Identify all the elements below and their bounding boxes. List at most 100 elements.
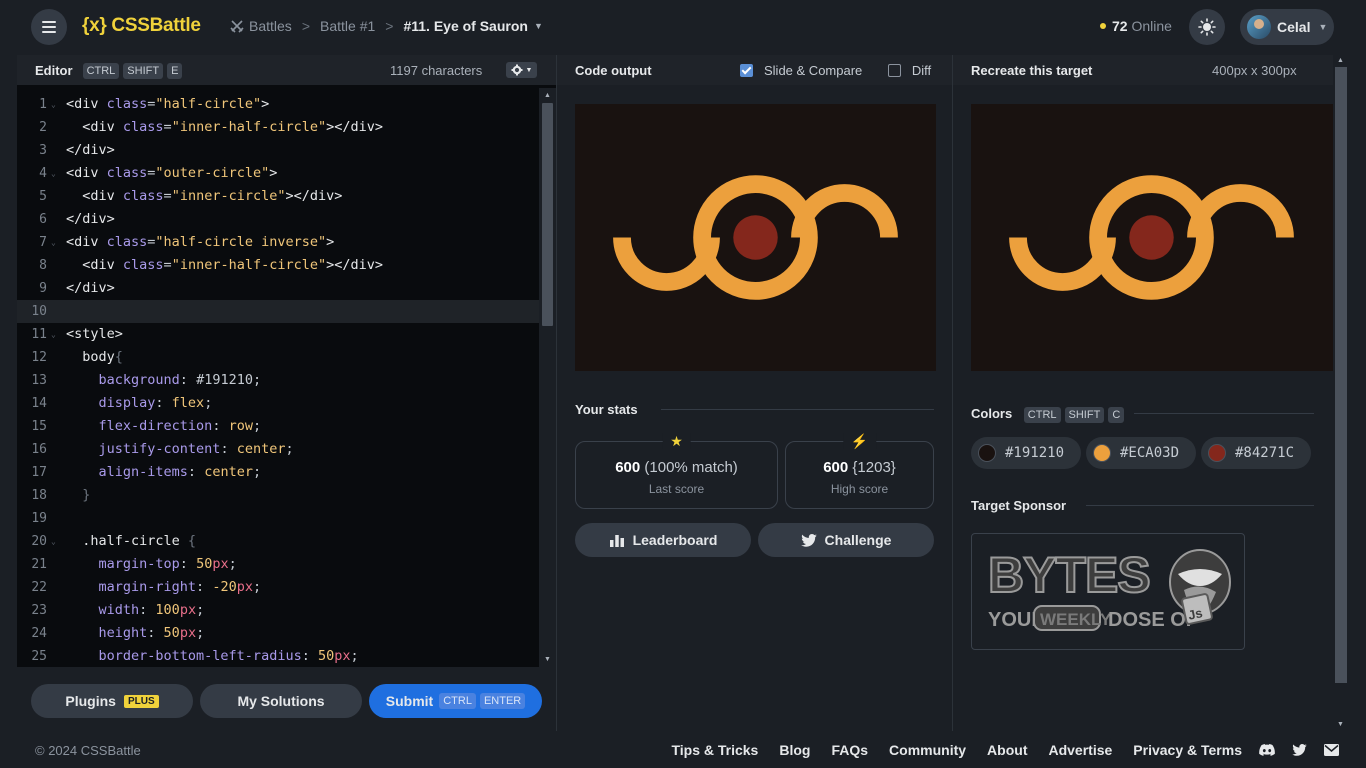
gear-icon: [511, 64, 523, 76]
high-score-label: High score: [830, 482, 889, 496]
submit-button[interactable]: Submit CTRL ENTER: [369, 684, 542, 718]
high-score: 600: [823, 459, 849, 476]
last-score-label: Last score: [648, 482, 705, 496]
code-line: 20 ⌄ .half-circle {: [31, 533, 197, 549]
last-score: 600: [615, 459, 641, 476]
scrollbar-thumb[interactable]: [1335, 67, 1347, 683]
diff-label[interactable]: Diff: [912, 63, 931, 78]
color-dot: [978, 444, 996, 462]
footer-link-about[interactable]: About: [987, 742, 1027, 758]
code-line: 7 ⌄ <div class="half-circle inverse">: [39, 234, 335, 250]
color-dot: [1208, 444, 1226, 462]
sun-icon: [1198, 18, 1216, 36]
logo[interactable]: {x} CSSBattle: [82, 15, 201, 37]
code-line: 9 </div>: [39, 280, 115, 296]
code-line: 18 }: [31, 487, 91, 503]
color-swatch[interactable]: #ECA03D: [1086, 437, 1196, 469]
last-score-card: ★ 600 (100% match) Last score: [575, 433, 778, 509]
bolt-icon: ⚡: [842, 433, 877, 449]
target-header: Recreate this target 400px x 300px: [953, 55, 1333, 85]
output-render: [613, 175, 898, 300]
plus-badge: PLUS: [123, 694, 159, 708]
footer-link-community[interactable]: Community: [889, 742, 966, 758]
editor-settings-button[interactable]: ▼: [506, 62, 537, 78]
scroll-down-icon[interactable]: ▼: [544, 656, 551, 663]
copyright: © 2024 CSSBattle: [35, 743, 141, 758]
diff-checkbox[interactable]: [887, 64, 901, 77]
plugins-button[interactable]: Plugins PLUS: [31, 684, 193, 718]
target-canvas[interactable]: [971, 104, 1333, 371]
code-line-active: 10: [17, 300, 539, 323]
last-match: (100% match): [644, 459, 738, 476]
target-title: Recreate this target: [971, 62, 1093, 78]
editor-actions: Plugins PLUS My Solutions Submit CTRL ENTE…: [17, 668, 556, 731]
breadcrumb-current[interactable]: #11. Eye of Sauron: [403, 18, 528, 34]
panel-divider: [952, 55, 953, 731]
code-line: 11 ⌄ <style>: [31, 326, 123, 342]
svg-text:Js: Js: [1187, 605, 1204, 623]
scroll-up-icon[interactable]: ▲: [1337, 57, 1344, 64]
chevron-down-icon[interactable]: ▼: [534, 21, 543, 31]
chevron-down-icon: ▼: [525, 66, 533, 74]
code-lines: 1 ⌄ <div class="half-circle"> 2 <div class…: [17, 93, 539, 667]
svg-text:BYTES: BYTES: [988, 547, 1150, 603]
challenge-button[interactable]: Challenge: [758, 523, 934, 557]
output-header: Code output Slide & Compare Diff: [557, 55, 952, 85]
code-line: 5 <div class="inner-circle"></div>: [39, 188, 343, 204]
footer-link-advertise[interactable]: Advertise: [1048, 742, 1112, 758]
panel-divider: [556, 55, 557, 731]
sponsor-banner[interactable]: BYTES YOUR WEEKLY DOSE OF Js: [971, 533, 1245, 650]
char-count: 1197 characters: [390, 63, 483, 78]
menu-icon: [42, 21, 56, 23]
eye-shape: [613, 175, 898, 300]
avatar: [1247, 15, 1271, 39]
color-swatch[interactable]: #191210: [971, 437, 1081, 469]
leaderboard-button[interactable]: Leaderboard: [575, 523, 751, 557]
target-size: 400px x 300px: [1212, 63, 1297, 78]
discord-icon[interactable]: [1259, 743, 1275, 757]
code-line: 15 flex-direction: row;: [31, 418, 262, 434]
high-score-card: ⚡ 600 {1203} High score: [785, 433, 934, 509]
code-line: 14 display: flex;: [31, 395, 213, 411]
target-scrollbar[interactable]: ▲ ▼: [1333, 55, 1349, 731]
scroll-up-icon[interactable]: ▲: [544, 92, 551, 99]
code-editor[interactable]: 1 ⌄ <div class="half-circle"> 2 <div class…: [17, 85, 556, 667]
twitter-icon[interactable]: [1292, 744, 1307, 756]
footer-link-tips[interactable]: Tips & Tricks: [671, 742, 758, 758]
theme-toggle-button[interactable]: [1189, 9, 1225, 45]
swords-icon: [230, 20, 244, 33]
editor-header: Editor CTRL SHIFT E 1197 characters ▼: [17, 55, 556, 85]
target-render: [1009, 175, 1294, 300]
menu-button[interactable]: [31, 9, 67, 45]
code-line: 3 </div>: [39, 142, 115, 158]
user-name: Celal: [1277, 19, 1311, 35]
scroll-down-icon[interactable]: ▼: [1337, 721, 1344, 728]
app-root: {x} CSSBattle Battles > Battle #1 > #11.…: [0, 0, 1366, 768]
code-line: 22 margin-right: -20px;: [31, 579, 262, 595]
user-menu[interactable]: Celal ▼: [1240, 9, 1334, 45]
slide-compare-label[interactable]: Slide & Compare: [764, 63, 862, 78]
code-line: 21 margin-top: 50px;: [31, 556, 237, 572]
code-line: 8 <div class="inner-half-circle"></div>: [39, 257, 384, 273]
editor-scrollbar[interactable]: ▲ ▼: [539, 88, 556, 667]
bar-chart-icon: [609, 535, 624, 547]
online-dot-icon: [1100, 23, 1106, 29]
section-divider: [1086, 505, 1314, 506]
footer-link-privacy[interactable]: Privacy & Terms: [1133, 742, 1242, 758]
color-swatch[interactable]: #84271C: [1201, 437, 1311, 469]
online-status: 72 Online: [1100, 18, 1172, 34]
footer: © 2024 CSSBattle Tips & Tricks Blog FAQs…: [17, 732, 1349, 768]
output-options: Slide & Compare Diff: [740, 63, 931, 78]
stats-title: Your stats: [575, 402, 638, 417]
footer-link-faqs[interactable]: FAQs: [831, 742, 868, 758]
breadcrumb-battle[interactable]: Battle #1: [320, 18, 375, 34]
code-output-canvas[interactable]: [575, 104, 936, 371]
slide-compare-checkbox[interactable]: [740, 64, 753, 77]
scrollbar-thumb[interactable]: [542, 103, 553, 326]
mail-icon[interactable]: [1324, 744, 1339, 756]
footer-link-blog[interactable]: Blog: [779, 742, 810, 758]
code-line: 6 </div>: [39, 211, 115, 227]
breadcrumb-battles[interactable]: Battles: [249, 18, 292, 34]
code-line: 4 ⌄ <div class="outer-circle">: [39, 165, 278, 181]
my-solutions-button[interactable]: My Solutions: [200, 684, 362, 718]
